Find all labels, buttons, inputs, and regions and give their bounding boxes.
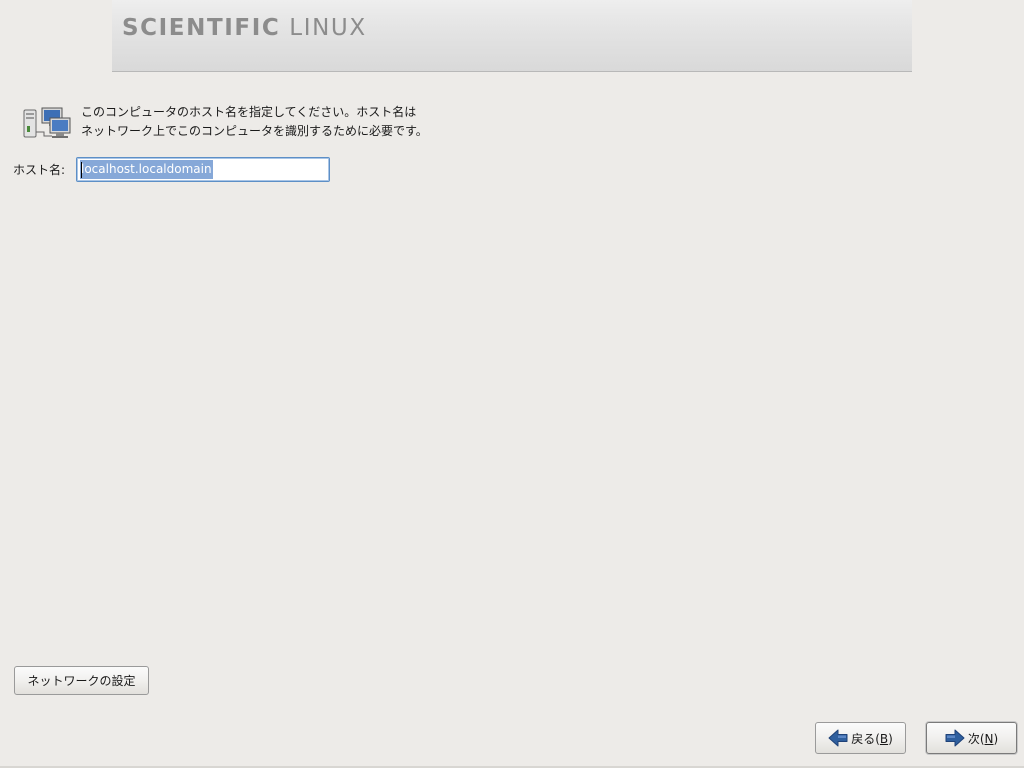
hostname-label: ホスト名: <box>13 163 66 177</box>
brand-secondary: LINUX <box>289 15 367 41</box>
arrow-right-icon <box>945 729 965 747</box>
back-button[interactable]: 戻る(B) <box>815 722 906 754</box>
text-caret <box>81 162 82 178</box>
distribution-logo: SCIENTIFIC LINUX <box>122 15 367 41</box>
hostname-input[interactable]: localhost.localdomain <box>76 157 330 182</box>
network-computers-icon <box>23 107 71 138</box>
installer-screen: SCIENTIFIC LINUX このコンピュータのホスト名を指定してください。… <box>0 0 1024 768</box>
brand-primary: SCIENTIFIC <box>122 15 281 41</box>
back-label: 戻る(B) <box>851 731 893 746</box>
network-config-button[interactable]: ネットワークの設定 <box>14 666 149 695</box>
description-line-1: このコンピュータのホスト名を指定してください。ホスト名は <box>81 105 417 119</box>
hostname-description: このコンピュータのホスト名を指定してください。ホスト名は ネットワーク上でこのコ… <box>81 103 428 141</box>
network-config-label: ネットワークの設定 <box>27 674 136 688</box>
hostname-value[interactable]: localhost.localdomain <box>80 160 213 179</box>
arrow-left-icon <box>828 729 848 747</box>
next-button[interactable]: 次(N) <box>926 722 1017 754</box>
header-banner: SCIENTIFIC LINUX <box>112 0 912 72</box>
next-label: 次(N) <box>967 731 999 746</box>
description-line-2: ネットワーク上でこのコンピュータを識別するために必要です。 <box>81 124 428 138</box>
